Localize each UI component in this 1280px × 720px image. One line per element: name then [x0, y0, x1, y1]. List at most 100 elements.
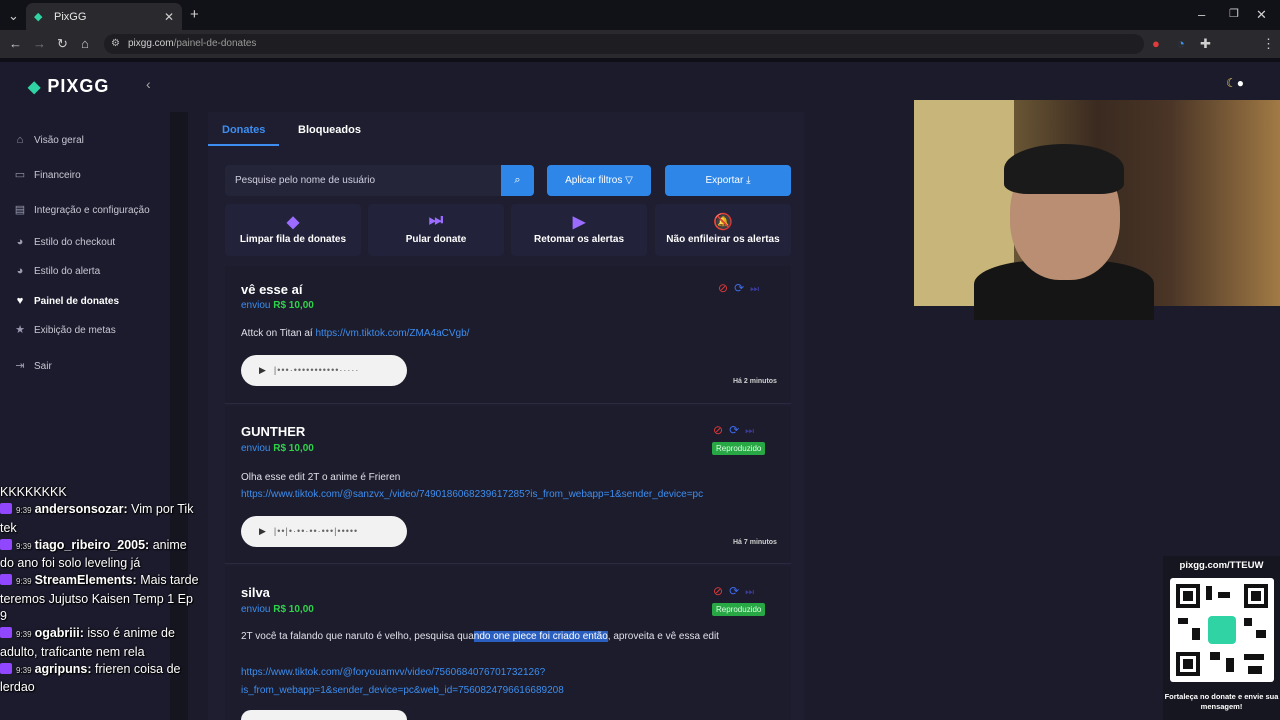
action-label: Não enfileirar os alertas [666, 234, 780, 245]
message-link[interactable]: https://www.tiktok.com/@sanzvx_/video/74… [241, 486, 703, 504]
clear-queue-button[interactable]: ◆ Limpar fila de donates [225, 204, 361, 256]
status-badge: Reproduzido [712, 442, 766, 455]
message-text: , aproveita e vê essa edit [607, 631, 719, 642]
collapse-sidebar-icon[interactable]: ‹ [146, 76, 151, 92]
toggle-knob-icon: ● [1236, 76, 1245, 90]
extension-audio-icon[interactable]: ◔ [1177, 36, 1185, 51]
skip-icon[interactable]: ⏭ [745, 426, 754, 437]
action-label: Pular donate [405, 234, 467, 245]
action-label: Retomar os alertas [533, 234, 625, 245]
block-icon[interactable]: ⊘ [718, 281, 728, 295]
block-icon[interactable]: ⊘ [713, 423, 723, 437]
sidebar-item-estilo-alerta[interactable]: ◕ Estilo do alerta [14, 265, 100, 277]
chat-time: 9:39 [16, 577, 32, 587]
home-icon: ⌂ [16, 134, 24, 146]
donate-amount-line: enviou R$ 10,00 [241, 604, 314, 615]
apply-filters-button[interactable]: Aplicar filtros ▽ [547, 165, 651, 196]
site-info-icon[interactable]: ⚙ [111, 38, 120, 49]
skip-icon[interactable]: ⏭ [750, 284, 759, 295]
audio-player[interactable]: ▶ |•••·•••••••••••····· [241, 355, 407, 386]
extensions-puzzle-icon[interactable]: ✚ [1200, 36, 1211, 52]
play-icon[interactable]: ▶ [259, 365, 266, 375]
tab-donates[interactable]: Donates [207, 124, 280, 146]
chat-message: 9:39 ogabriii: isso é anime de adulto, tr… [0, 625, 200, 661]
star-icon: ★ [15, 324, 25, 336]
no-queue-alerts-button[interactable]: 🔕 Não enfileirar os alertas [655, 204, 791, 256]
donate-actions: ⊘ ⟳ ⏭ [713, 423, 754, 437]
theme-toggle[interactable]: ☾● [1226, 76, 1262, 94]
highlighted-text: ndo one piece foi criado então [473, 631, 608, 642]
replay-icon[interactable]: ⟳ [734, 281, 744, 295]
qr-caption: Fortaleça no donate e envie sua mensagem… [1164, 692, 1279, 711]
export-button[interactable]: Exportar ⤓ [665, 165, 791, 196]
reload-icon[interactable]: ↻ [57, 36, 68, 52]
message-link[interactable]: is_from_webapp=1&sender_device=pc&web_id… [241, 682, 564, 700]
browser-tab-bar: ⌄ ◆ PixGG ✕ + – ❐ ✕ [0, 0, 1280, 30]
browser-menu-icon[interactable]: ⋮ [1262, 36, 1275, 52]
sidebar-item-estilo-checkout[interactable]: ◕ Estilo do checkout [14, 236, 116, 248]
forward-icon[interactable]: → [33, 36, 46, 51]
skip-donate-button[interactable]: ⏭ Pular donate [368, 204, 504, 256]
message-text: Olha esse edit 2T o anime é Frieren [241, 472, 401, 483]
message-link[interactable]: https://www.tiktok.com/@foryouamvv/video… [241, 664, 545, 682]
tab-bloqueados[interactable]: Bloqueados [298, 124, 361, 136]
chat-overlay: KKKKKKKK 9:39 andersonsozar: Vim por Tik … [0, 484, 200, 697]
browser-tab[interactable]: ◆ PixGG ✕ [26, 3, 182, 30]
donate-amount: R$ 10,00 [273, 604, 314, 615]
settings-icon: ▤ [14, 204, 26, 216]
sidebar-item-painel-donates[interactable]: ♥ Painel de donates [14, 295, 119, 307]
back-icon[interactable]: ← [9, 36, 22, 51]
url-field[interactable]: pixgg.com/painel-de-donates [104, 34, 1144, 54]
qr-code [1170, 578, 1274, 682]
play-icon[interactable]: ▶ [259, 526, 266, 536]
sidebar-item-integracao[interactable]: ▤ Integração e configuração [14, 204, 150, 216]
home-icon[interactable]: ⌂ [81, 36, 89, 51]
chat-message: 9:39 andersonsozar: Vim por Tik tek [0, 501, 200, 537]
tab-list-chevron-icon[interactable]: ⌄ [8, 8, 19, 24]
moon-icon: ☾ [1226, 76, 1237, 90]
sidebar-item-exibicao-metas[interactable]: ★ Exibição de metas [14, 324, 116, 336]
replay-icon[interactable]: ⟳ [729, 584, 739, 598]
donate-time: Há 7 minutos [733, 539, 777, 546]
search-input[interactable]: Pesquise pelo nome de usuário [225, 165, 501, 196]
donor-name: GUNTHER [241, 424, 306, 439]
audio-player[interactable] [241, 710, 407, 720]
sidebar-item-label: Exibição de metas [34, 324, 116, 336]
block-icon[interactable]: ⊘ [713, 584, 723, 598]
chat-user: andersonsozar: [34, 502, 128, 517]
restore-icon[interactable]: ❐ [1229, 7, 1239, 20]
chat-message: 9:39 StreamElements: Mais tarde teremos J… [0, 572, 200, 625]
resume-alerts-button[interactable]: ▶ Retomar os alertas [511, 204, 647, 256]
donate-actions: ⊘ ⟳ ⏭ [713, 584, 754, 598]
filter-icon: ▽ [625, 175, 633, 186]
sidebar-item-financeiro[interactable]: ▭ Financeiro [14, 169, 81, 181]
palette-icon: ◕ [16, 236, 24, 248]
sidebar-item-sair[interactable]: ⇥ Sair [14, 360, 51, 372]
new-tab-icon[interactable]: + [190, 6, 199, 23]
search-button[interactable]: ⌕ [501, 165, 534, 196]
audio-player[interactable]: ▶ |••|•·••·••·•••|••••• [241, 516, 407, 547]
palette-icon: ◕ [16, 265, 24, 277]
extension-icon[interactable]: ● [1152, 36, 1160, 51]
donate-message: 2T você ta falando que naruto é velho, p… [241, 628, 781, 646]
minimize-icon[interactable]: – [1198, 7, 1205, 22]
sidebar-item-visao-geral[interactable]: ⌂ Visão geral [14, 134, 84, 146]
logout-icon: ⇥ [15, 360, 25, 372]
webcam-overlay [914, 100, 1280, 320]
twitch-icon [0, 627, 12, 639]
audio-waveform[interactable]: |•••·•••••••••••····· [274, 365, 359, 375]
close-tab-icon[interactable]: ✕ [164, 10, 174, 24]
donate-actions: ⊘ ⟳ ⏭ [718, 281, 759, 295]
donate-message: Attck on Titan aí https://vm.tiktok.com/… [241, 325, 469, 343]
chat-time: 9:39 [16, 506, 32, 516]
replay-icon[interactable]: ⟳ [729, 423, 739, 437]
message-link[interactable]: https://vm.tiktok.com/ZMA4aCVgb/ [315, 328, 469, 339]
close-window-icon[interactable]: ✕ [1256, 7, 1267, 23]
action-label: Limpar fila de donates [239, 234, 347, 245]
pixgg-logo[interactable]: ◆ PIXGG [28, 76, 109, 97]
message-text: Attck on Titan aí [241, 328, 316, 339]
chat-time: 9:39 [16, 541, 32, 551]
chat-user: agripuns: [34, 661, 92, 676]
skip-icon[interactable]: ⏭ [745, 587, 754, 598]
audio-waveform[interactable]: |••|•·••·••·•••|••••• [274, 526, 358, 536]
